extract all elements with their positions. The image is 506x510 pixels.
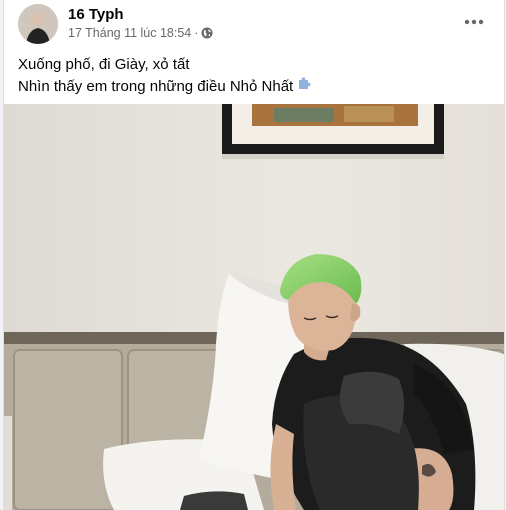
caption-line-1: Xuống phố, đi Giày, xỏ tất bbox=[18, 56, 190, 73]
caption-line-2: Nhìn thấy em trong những điều Nhỏ Nhất bbox=[18, 77, 294, 95]
post-timestamp[interactable]: 17 Tháng 11 lúc 18:54 bbox=[68, 26, 191, 40]
caption-line-2-row: Nhìn thấy em trong những điều Nhỏ Nhất bbox=[18, 75, 313, 97]
puzzle-piece-icon bbox=[297, 75, 313, 97]
globe-icon bbox=[201, 27, 213, 39]
post-header: 16 Typh 17 Tháng 11 lúc 18:54 · bbox=[4, 0, 504, 50]
post-photo[interactable] bbox=[4, 104, 504, 510]
post-caption: Xuống phố, đi Giày, xỏ tất Nhìn thấy em … bbox=[18, 54, 313, 97]
author-avatar[interactable] bbox=[18, 4, 58, 44]
meta-separator: · bbox=[194, 26, 199, 40]
more-options-icon[interactable] bbox=[458, 10, 490, 34]
author-name[interactable]: 16 Typh bbox=[68, 6, 124, 23]
post-meta: 17 Tháng 11 lúc 18:54 · bbox=[68, 26, 213, 40]
post-card: 16 Typh 17 Tháng 11 lúc 18:54 · Xuống ph bbox=[3, 0, 505, 510]
